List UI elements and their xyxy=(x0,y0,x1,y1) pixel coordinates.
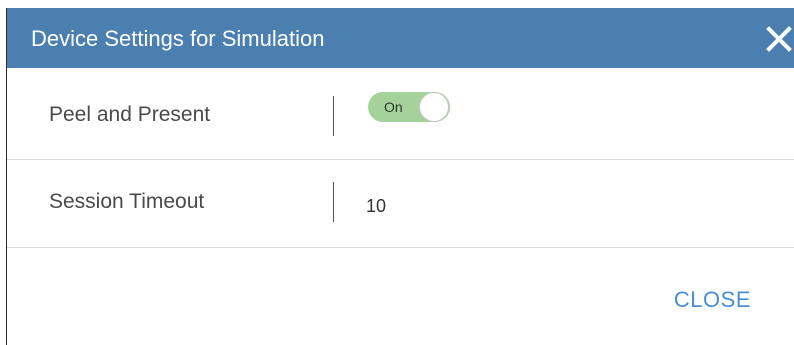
setting-row-peel-and-present: Peel and Present On xyxy=(7,68,794,160)
column-divider xyxy=(333,96,334,136)
dialog-titlebar: Device Settings for Simulation xyxy=(7,8,794,68)
setting-label: Peel and Present xyxy=(49,103,211,126)
peel-and-present-toggle[interactable]: On xyxy=(368,92,450,122)
device-settings-dialog: Device Settings for Simulation Peel and … xyxy=(6,8,794,345)
session-timeout-value: 10 xyxy=(366,196,387,216)
setting-label: Session Timeout xyxy=(49,190,205,213)
close-button[interactable]: CLOSE xyxy=(674,286,751,314)
dialog-title: Device Settings for Simulation xyxy=(31,26,325,51)
close-icon[interactable] xyxy=(763,23,794,55)
setting-row-session-timeout: Session Timeout 10 xyxy=(7,160,794,248)
column-divider xyxy=(333,182,334,222)
toggle-state-label: On xyxy=(384,99,403,115)
toggle-knob xyxy=(419,92,449,122)
dialog-footer: CLOSE xyxy=(7,248,794,345)
